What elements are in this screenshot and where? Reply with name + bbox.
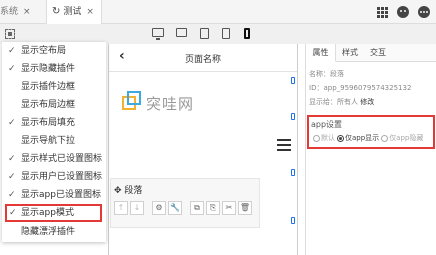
tab-test[interactable]: ↻ 测试 × [46, 0, 102, 24]
phone-header: ‹ 页面名称 [109, 44, 297, 72]
device-toolbar [0, 25, 436, 43]
apps-grid-icon[interactable] [377, 6, 388, 18]
menu-item-show-layout-fill[interactable]: ✓ 显示布局填充 [2, 114, 106, 132]
tab-label: 测试 [63, 7, 82, 17]
cut-icon[interactable]: ✂ [222, 201, 236, 215]
modify-link[interactable]: 修改 [360, 98, 374, 106]
menu-item-label: 显示app模式 [21, 208, 74, 218]
menu-item-label: 隐藏漂浮插件 [21, 227, 76, 237]
app-root: 系统 × ↻ 测试 × ‹ 页面名称 突哇网 ✥ 段落 ↑ ↓ ⚙ 🔧 ⧉ ⎘ … [0, 0, 436, 255]
check-icon: ✓ [8, 190, 16, 200]
tablet-portrait-icon[interactable] [222, 28, 230, 39]
app-setting-marker-icon [291, 217, 295, 224]
menu-item-hide-floating-plugins[interactable]: 隐藏漂浮插件 [2, 223, 106, 241]
id-label: ID： [309, 84, 324, 92]
refresh-icon[interactable]: ↻ [52, 0, 60, 24]
app-setting-marker-icon [291, 77, 295, 84]
logo-square-icon [127, 91, 141, 105]
radio-app-only-hide[interactable] [381, 134, 389, 142]
menu-item-show-empty-layout[interactable]: ✓ 显示空布局 [2, 42, 106, 60]
user-avatar-icon[interactable] [397, 6, 409, 18]
wrench-icon[interactable]: 🔧 [168, 201, 182, 215]
site-logo: 突哇网 [122, 90, 202, 114]
paragraph-toolbar: ↑ ↓ ⚙ 🔧 ⧉ ⎘ ✂ 🗑 [114, 201, 252, 215]
name-row: 名称：段落 [309, 69, 344, 79]
check-icon: ✓ [8, 154, 16, 164]
app-visibility-radios: 默认 仅app显示 仅app隐藏 [311, 133, 423, 143]
page-title: 页面名称 [184, 55, 221, 65]
menu-item-show-user-set-icon[interactable]: ✓ 显示用户已设置图标 [2, 168, 106, 186]
menu-item-label: 显示用户已设置图标 [21, 172, 103, 182]
menu-item-label: 显示隐藏插件 [21, 64, 76, 74]
tab-interaction[interactable]: 交互 [364, 44, 392, 62]
move-icon[interactable]: ✥ [114, 186, 122, 196]
properties-panel: 属性 样式 交互 名称：段落 ID：app_9596079574325132 显… [305, 44, 436, 255]
close-icon[interactable]: × [86, 7, 94, 17]
top-right-icons [377, 0, 430, 24]
menu-item-show-app-mode[interactable]: ✓ 显示app模式 [5, 204, 102, 222]
menu-item-label: 显示插件边框 [21, 82, 76, 92]
id-row: ID：app_9596079574325132 [309, 83, 411, 93]
logo-text: 突哇网 [146, 95, 195, 113]
menu-item-show-hidden-plugins[interactable]: ✓ 显示隐藏插件 [2, 60, 106, 78]
menu-item-label: 显示空布局 [21, 46, 67, 56]
hamburger-menu-icon[interactable] [277, 139, 291, 154]
menu-item-label: 显示导航下拉 [21, 136, 76, 146]
copy-icon[interactable]: ⧉ [190, 201, 204, 215]
delete-icon[interactable]: 🗑 [238, 201, 252, 215]
app-setting-marker-icon [291, 169, 295, 176]
check-icon: ✓ [8, 118, 16, 128]
tab-system[interactable]: 系统 × [0, 0, 40, 24]
radio-label: 默认 [321, 134, 335, 142]
id-value: app_9596079574325132 [323, 84, 412, 92]
settings-icon[interactable]: ⚙ [152, 201, 166, 215]
display-label: 显示给： [309, 98, 337, 106]
more-icon[interactable] [418, 6, 430, 18]
name-label: 名称： [309, 70, 330, 78]
check-icon: ✓ [8, 172, 16, 182]
tab-style[interactable]: 样式 [336, 44, 364, 62]
display-row: 显示给：所有人 修改 [309, 97, 374, 107]
phone-icon[interactable] [244, 28, 250, 39]
tab-properties[interactable]: 属性 [306, 44, 336, 62]
close-icon[interactable]: × [23, 7, 31, 17]
menu-item-show-layout-border[interactable]: 显示布局边框 [2, 96, 106, 114]
radio-label: 仅app显示 [345, 134, 380, 142]
desktop-icon[interactable] [152, 28, 164, 40]
menu-item-show-style-set-icon[interactable]: ✓ 显示样式已设置图标 [2, 150, 106, 168]
laptop-icon[interactable] [176, 28, 187, 37]
menu-item-show-plugin-border[interactable]: 显示插件边框 [2, 78, 106, 96]
name-value: 段落 [330, 70, 344, 78]
select-mode-icon[interactable] [5, 29, 15, 39]
tablet-icon[interactable] [200, 28, 209, 39]
check-icon: ✓ [8, 64, 16, 74]
menu-item-label: 显示布局填充 [21, 118, 76, 128]
paragraph-block[interactable]: ✥ 段落 ↑ ↓ ⚙ 🔧 ⧉ ⎘ ✂ 🗑 [110, 178, 260, 228]
properties-tabs: 属性 样式 交互 [306, 44, 436, 62]
menu-item-label: 显示布局边框 [21, 100, 76, 110]
tab-bar: 系统 × ↻ 测试 × [0, 0, 436, 24]
check-icon: ✓ [9, 208, 17, 218]
menu-item-show-app-set-icon[interactable]: ✓ 显示app已设置图标 [2, 186, 106, 204]
radio-app-only-show[interactable] [337, 134, 344, 142]
display-value: 所有人 [337, 98, 358, 106]
move-up-icon[interactable]: ↑ [114, 201, 128, 215]
move-down-icon[interactable]: ↓ [130, 201, 144, 215]
app-settings-box: app设置 默认 仅app显示 仅app隐藏 [307, 115, 435, 149]
radio-label: 仅app隐藏 [389, 134, 424, 142]
app-settings-title: app设置 [311, 120, 343, 129]
check-icon: ✓ [8, 46, 16, 56]
paste-icon[interactable]: ⎘ [206, 201, 220, 215]
paragraph-label: 段落 [124, 186, 143, 196]
tab-label: 系统 [0, 7, 19, 17]
menu-item-show-nav-dropdown[interactable]: 显示导航下拉 [2, 132, 106, 150]
radio-default[interactable] [313, 134, 320, 142]
menu-item-label: 显示app已设置图标 [21, 190, 101, 200]
view-options-menu: ✓ 显示空布局 ✓ 显示隐藏插件 显示插件边框 显示布局边框 ✓ 显示布局填充 显示导… [2, 42, 106, 242]
paragraph-title: ✥ 段落 [114, 183, 142, 196]
app-setting-marker-icon [291, 113, 295, 120]
menu-item-label: 显示样式已设置图标 [21, 154, 103, 164]
